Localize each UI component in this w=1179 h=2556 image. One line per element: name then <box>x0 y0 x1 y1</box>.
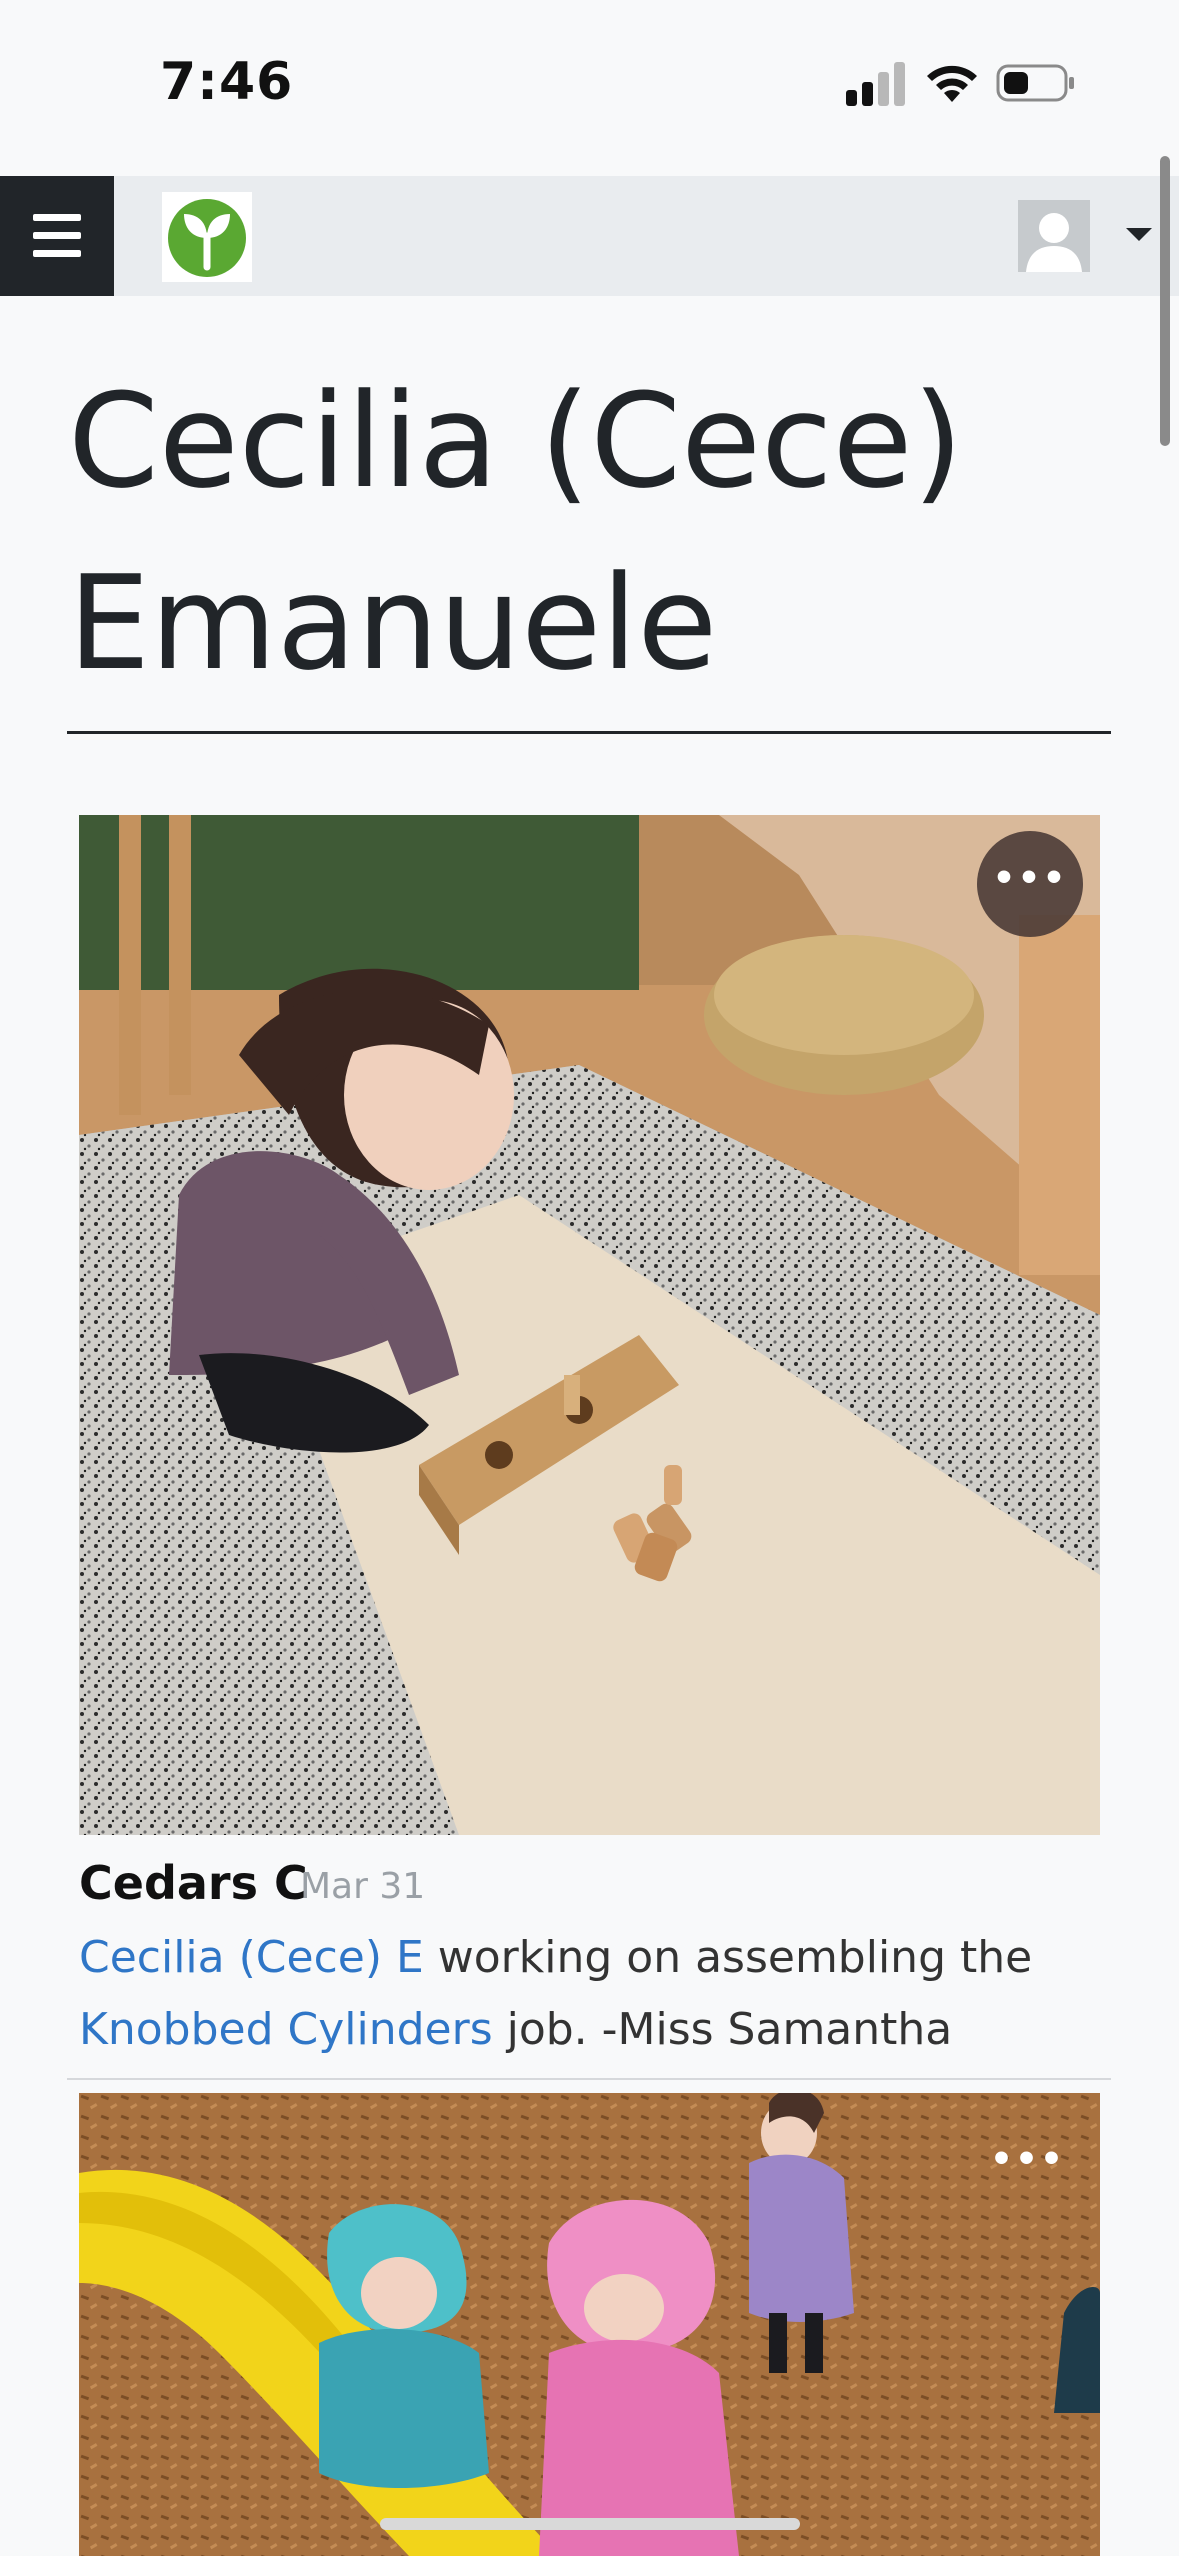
sprout-logo-icon[interactable] <box>162 192 252 282</box>
post-photo[interactable] <box>79 2093 1100 2556</box>
caption-text: working on assembling the <box>423 1932 1033 1983</box>
hamburger-icon-bar <box>33 250 81 257</box>
top-navbar <box>0 176 1179 296</box>
caret-down-icon[interactable] <box>1126 228 1152 241</box>
cellular-signal-icon <box>846 60 906 106</box>
post-author: Cedars C <box>79 1856 308 1910</box>
page-title: Cecilia (Cece) Emanuele <box>68 365 964 699</box>
menu-button[interactable] <box>0 176 114 296</box>
hamburger-icon <box>33 214 81 221</box>
post-options-button[interactable]: ••• <box>977 831 1083 937</box>
job-link[interactable]: Knobbed Cylinders <box>79 2004 493 2055</box>
title-divider <box>67 731 1111 734</box>
caption-text: job. -Miss Samantha <box>492 2004 953 2055</box>
battery-icon <box>996 64 1074 102</box>
scrollbar[interactable] <box>1160 156 1170 446</box>
wifi-icon <box>927 65 977 102</box>
child-link[interactable]: Cecilia (Cece) E <box>79 1932 424 1983</box>
post-caption: Cecilia (Cece) E working on assembling t… <box>79 1922 1089 2066</box>
home-indicator[interactable] <box>380 2518 800 2530</box>
photo-child-with-knobbed-cylinders <box>79 815 1100 1835</box>
hamburger-icon-bar <box>33 232 81 239</box>
status-time: 7:46 <box>160 52 294 112</box>
post-divider <box>67 2078 1111 2080</box>
more-options-icon: ••• <box>992 858 1068 899</box>
post-date: Mar 31 <box>300 1866 426 1907</box>
status-bar: 7:46 <box>0 0 1179 176</box>
post-photo[interactable] <box>79 815 1100 1835</box>
more-options-icon[interactable]: ••• <box>990 2140 1063 2180</box>
user-avatar-icon[interactable] <box>1018 200 1090 272</box>
photo-children-on-playground <box>79 2093 1100 2556</box>
